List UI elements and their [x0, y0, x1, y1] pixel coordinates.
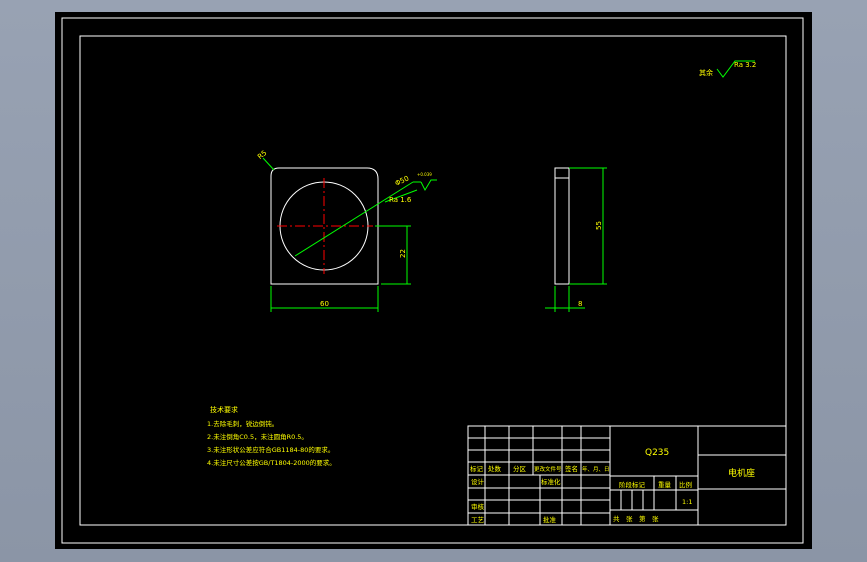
header-label: 更改文件号 — [534, 465, 562, 473]
row-design: 设计 — [471, 477, 485, 486]
row-standard: 标准化 — [541, 477, 561, 486]
tech-req-item: 3.未注形状公差应符合GB1184-80的要求。 — [207, 445, 334, 454]
part-name: 电机座 — [728, 467, 755, 479]
row-approve: 批准 — [543, 515, 557, 524]
side-view: 55 8 — [545, 167, 607, 312]
tech-req-item: 1.去除毛刺，锐边倒钝。 — [207, 419, 278, 428]
header-label: 签名 — [565, 464, 578, 473]
hole-roughness-label: Ra 1.6 — [389, 196, 412, 204]
sheet-label: 共 张 第 张 — [613, 514, 659, 523]
drawing-canvas: 其余 Ra 3.2 R5 Φ50 +0.039 Ra 1.6 22 60 55 … — [61, 17, 804, 544]
cad-viewport[interactable]: 其余 Ra 3.2 R5 Φ50 +0.039 Ra 1.6 22 60 55 … — [55, 12, 812, 549]
side-outline — [554, 167, 570, 285]
hole-tolerance-label: +0.039 — [417, 172, 432, 177]
technical-requirements: 技术要求 1.去除毛刺，锐边倒钝。 2.未注倒角C0.5，未注圆角R0.5。 3… — [207, 405, 336, 467]
stage-label: 阶段标记 — [619, 480, 646, 489]
side-height-label: 55 — [595, 221, 603, 230]
tech-req-item: 2.未注倒角C0.5，未注圆角R0.5。 — [207, 432, 308, 441]
front-view: R5 Φ50 +0.039 Ra 1.6 22 60 — [256, 149, 437, 312]
thickness-label: 8 — [578, 300, 582, 308]
roughness-symbol-label: Ra 3.2 — [734, 61, 756, 69]
inner-frame — [79, 35, 787, 526]
header-label: 分区 — [513, 464, 527, 473]
height-dimension-label: 22 — [399, 249, 407, 258]
weight-label: 重量 — [658, 481, 672, 489]
header-label: 年、月、日 — [582, 465, 610, 473]
header-label: 处数 — [488, 464, 502, 473]
row-check: 审核 — [471, 502, 485, 511]
outer-frame — [61, 17, 804, 544]
header-label: 标记 — [470, 464, 484, 473]
width-dimension-label: 60 — [320, 300, 329, 308]
scale-value: 1:1 — [682, 498, 692, 506]
roughness-note: 其余 Ra 3.2 — [699, 60, 756, 78]
tech-req-title: 技术要求 — [210, 405, 238, 414]
row-process: 工艺 — [471, 516, 485, 524]
chamfer-label: R5 — [256, 149, 268, 161]
roughness-prefix: 其余 — [699, 68, 713, 77]
material-label: Q235 — [645, 448, 669, 458]
tech-req-item: 4.未注尺寸公差按GB/T1804-2000的要求。 — [207, 458, 336, 467]
scale-label: 比例 — [679, 480, 692, 489]
